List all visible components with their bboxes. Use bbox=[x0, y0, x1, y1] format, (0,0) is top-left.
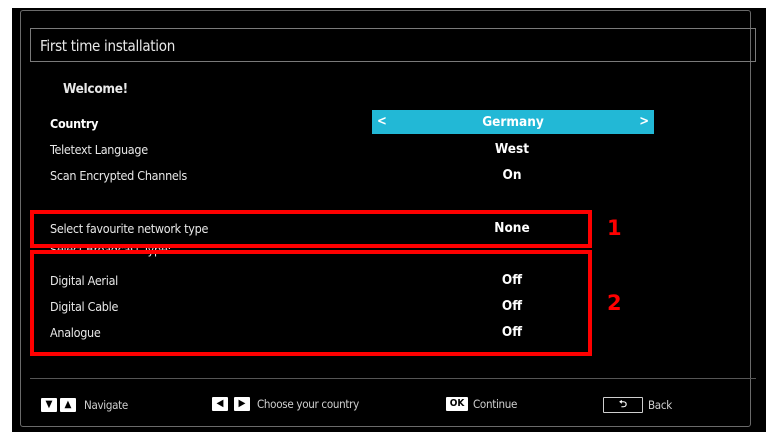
right-arrow-key-icon: ▶ bbox=[234, 397, 250, 411]
back-hint: Back bbox=[648, 398, 672, 412]
annotation-box-2 bbox=[30, 250, 592, 356]
left-arrow-key-icon: ◀ bbox=[212, 397, 228, 411]
teletext-label[interactable]: Teletext Language bbox=[50, 142, 148, 157]
footer-divider bbox=[30, 378, 756, 379]
navigate-hint: Navigate bbox=[84, 398, 129, 412]
country-label: Country bbox=[50, 116, 99, 131]
ok-key-icon: OK bbox=[446, 397, 468, 411]
country-value: Germany bbox=[482, 114, 544, 130]
annotation-box-1 bbox=[30, 210, 592, 248]
annotation-number-1: 1 bbox=[607, 216, 622, 240]
window-title: First time installation bbox=[40, 37, 175, 55]
choose-country-hint: Choose your country bbox=[257, 397, 359, 411]
encrypted-value: On bbox=[502, 167, 522, 183]
title-bar: First time installation bbox=[30, 28, 756, 62]
back-key-icon: ⮌ bbox=[603, 397, 643, 413]
encrypted-label[interactable]: Scan Encrypted Channels bbox=[50, 168, 187, 183]
down-arrow-key-icon: ▼ bbox=[41, 398, 57, 412]
continue-hint: Continue bbox=[473, 397, 518, 411]
country-selector[interactable]: < Germany > bbox=[372, 110, 654, 134]
annotation-number-2: 2 bbox=[607, 291, 622, 315]
welcome-heading: Welcome! bbox=[63, 81, 128, 97]
teletext-value: West bbox=[494, 141, 530, 157]
up-arrow-key-icon: ▲ bbox=[60, 398, 76, 412]
arrow-right-icon[interactable]: > bbox=[639, 114, 649, 129]
